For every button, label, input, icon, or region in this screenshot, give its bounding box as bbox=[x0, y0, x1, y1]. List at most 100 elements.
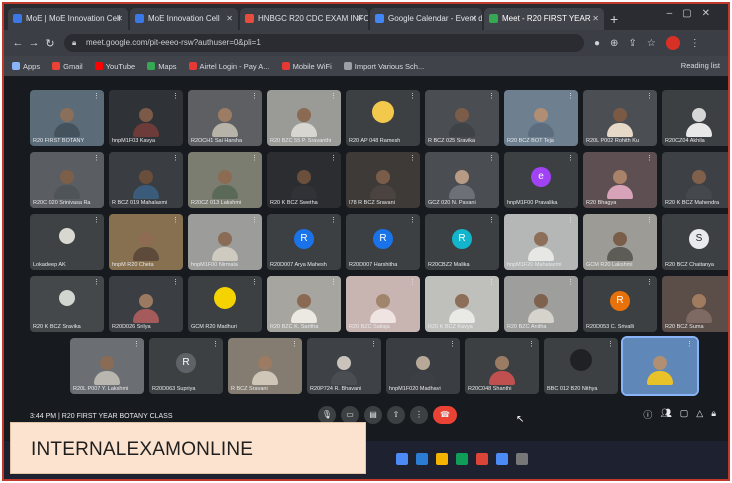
more-options-icon[interactable]: ⋮ bbox=[567, 154, 574, 162]
participant-tile[interactable]: ⋮ R BCZ 025 Sravika bbox=[425, 90, 499, 146]
more-options-icon[interactable]: ⋮ bbox=[370, 340, 377, 348]
participant-tile[interactable]: ⋮ R20 BCZ BOT Teja bbox=[504, 90, 578, 146]
participant-tile[interactable]: ⋮ R BCZ Sravani bbox=[228, 338, 302, 394]
end-call-icon[interactable]: ☎ bbox=[433, 406, 457, 424]
participant-tile[interactable]: ⋮ Lokadeep AK bbox=[30, 214, 104, 270]
info-icon[interactable]: ⓘ bbox=[643, 408, 652, 421]
taskbar-app-icon[interactable] bbox=[516, 453, 528, 465]
participant-tile[interactable]: ⋮ R20CZ04 Akhila bbox=[662, 90, 728, 146]
participant-tile[interactable]: ⋮ R20L P002 Rohith Ku bbox=[583, 90, 657, 146]
more-options-icon[interactable]: ⋮ bbox=[646, 216, 653, 224]
zoom-icon[interactable]: ⊕ bbox=[610, 38, 618, 49]
participant-tile[interactable]: R ⋮ R20D007 Harshitha bbox=[346, 214, 420, 270]
star-icon[interactable]: ☆ bbox=[647, 38, 656, 49]
window-controls[interactable]: –▢✕ bbox=[667, 8, 720, 19]
bookmark-item[interactable]: Mobile WiFi bbox=[281, 62, 332, 71]
url-field[interactable]: 🔒︎ meet.google.com/pit-eeeo-rsw?authuser… bbox=[64, 34, 584, 52]
participant-tile[interactable]: ⋮ R20 BZC K. Saritha bbox=[267, 276, 341, 332]
participant-tile[interactable]: ⋮ R20 AP 048 Ramesh bbox=[346, 90, 420, 146]
browser-tab[interactable]: MoE Innovation Cell ✕ bbox=[130, 8, 238, 30]
bookmark-item[interactable]: Gmail bbox=[52, 62, 83, 71]
new-tab-icon[interactable]: + bbox=[610, 8, 618, 30]
participant-tile[interactable]: ⋮ R20 Bhagya bbox=[583, 152, 657, 208]
participant-tile[interactable]: ⋮ GCZ 020 N. Pavani bbox=[425, 152, 499, 208]
more-options-icon[interactable]: ⋮ bbox=[409, 154, 416, 162]
browser-tab[interactable]: Google Calendar - Event de ✕ bbox=[370, 8, 482, 30]
meeting-details[interactable]: 3:44 PM | R20 FIRST YEAR BOTANY CLASS bbox=[30, 413, 173, 420]
taskbar-app-icon[interactable] bbox=[396, 453, 408, 465]
participant-tile[interactable]: ⋮ R20 BZC Anitha bbox=[504, 276, 578, 332]
captions-icon[interactable]: ▤ bbox=[364, 406, 382, 424]
more-options-icon[interactable]: ⋮ bbox=[646, 278, 653, 286]
more-options-icon[interactable]: ⋮ bbox=[725, 154, 728, 162]
more-options-icon[interactable]: ⋮ bbox=[93, 154, 100, 162]
participant-tile[interactable]: ⋮ R20C048 Shanthi bbox=[465, 338, 539, 394]
chat-icon[interactable]: ▢ bbox=[680, 408, 689, 421]
share-icon[interactable]: ⇪ bbox=[628, 38, 636, 49]
more-options-icon[interactable]: ⋮ bbox=[330, 278, 337, 286]
participant-tile[interactable]: ⋮ GCM R20 Lakshmi bbox=[583, 214, 657, 270]
participant-tile[interactable]: S ⋮ R20 BCZ Chaitanya bbox=[662, 214, 728, 270]
participant-tile[interactable]: ⋮ hnpM1F020 Madhavi bbox=[386, 338, 460, 394]
taskbar-app-icon[interactable] bbox=[456, 453, 468, 465]
more-options-icon[interactable]: ⋮ bbox=[725, 216, 728, 224]
more-options-icon[interactable]: ⋮ bbox=[567, 216, 574, 224]
browser-tab[interactable]: Meet - R20 FIRST YEAR ✕ bbox=[484, 8, 604, 30]
participant-tile[interactable]: ⋮ R20 BZC 55 P. Sravanthi bbox=[267, 90, 341, 146]
more-options-icon[interactable]: ⋮ bbox=[330, 216, 337, 224]
menu-icon[interactable]: ⋮ bbox=[690, 38, 700, 49]
participant-tile[interactable]: ⋮ R20 K BCZ Mahendra bbox=[662, 152, 728, 208]
tab-close-icon[interactable]: ✕ bbox=[470, 8, 477, 30]
present-icon[interactable]: ⇧ bbox=[387, 406, 405, 424]
bookmark-item[interactable]: Apps bbox=[12, 62, 40, 71]
more-options-icon[interactable]: ⋮ bbox=[646, 154, 653, 162]
participant-tile[interactable]: ⋮ R2OCH1 Sai Harsha bbox=[188, 90, 262, 146]
forward-icon[interactable]: → bbox=[26, 37, 42, 49]
profile-avatar[interactable] bbox=[665, 36, 680, 50]
browser-tab[interactable]: HNBGC R20 CDC EXAM INFO ✕ bbox=[240, 8, 368, 30]
participant-tile[interactable]: ⋮ R20 BCZ Suma bbox=[662, 276, 728, 332]
more-options-icon[interactable]: ⋮ bbox=[488, 278, 495, 286]
reload-icon[interactable]: ↻ bbox=[42, 37, 58, 50]
browser-tab[interactable]: MoE | MoE Innovation Cell ✕ bbox=[8, 8, 128, 30]
participant-tile[interactable]: ⋮ R20 FIRST BOTANY bbox=[30, 90, 104, 146]
participant-tile[interactable]: ⋮ GCM R20 Madhuri bbox=[188, 276, 262, 332]
activities-icon[interactable]: △ bbox=[696, 408, 703, 421]
bookmark-item[interactable]: Import Various Sch... bbox=[343, 62, 424, 71]
more-options-icon[interactable]: ⋮ bbox=[488, 216, 495, 224]
more-options-icon[interactable]: ⋮ bbox=[607, 340, 614, 348]
more-options-icon[interactable]: ⋮ bbox=[172, 216, 179, 224]
more-options-icon[interactable]: ⋮ bbox=[725, 278, 728, 286]
bookmark-item[interactable]: Airtel Login - Pay A... bbox=[188, 62, 270, 71]
more-options-icon[interactable]: ⋮ bbox=[172, 278, 179, 286]
more-options-icon[interactable]: ⋮ bbox=[567, 278, 574, 286]
more-options-icon[interactable]: ⋮ bbox=[528, 340, 535, 348]
more-options-icon[interactable]: ⋮ bbox=[567, 92, 574, 100]
camera-permission-icon[interactable]: ● bbox=[594, 38, 600, 49]
participant-tile[interactable]: R ⋮ R20D007 Arya Mahesh bbox=[267, 214, 341, 270]
participant-tile[interactable]: ⋮ BBC 012 B20 Nithya bbox=[544, 338, 618, 394]
bookmark-item[interactable]: Maps bbox=[147, 62, 177, 71]
more-options-icon[interactable]: ⋮ bbox=[251, 216, 258, 224]
tab-close-icon[interactable]: ✕ bbox=[116, 8, 123, 30]
more-options-icon[interactable]: ⋮ bbox=[251, 92, 258, 100]
back-icon[interactable]: ← bbox=[10, 37, 26, 49]
participant-tile[interactable]: ⋮ R20 K BCZ Swetha bbox=[267, 152, 341, 208]
people-icon[interactable]: 👥︎ bbox=[660, 408, 671, 421]
more-options-icon[interactable]: ⋮ bbox=[93, 278, 100, 286]
tab-close-icon[interactable]: ✕ bbox=[592, 8, 599, 30]
participant-tile[interactable]: ⋮ R20C 020 Srinivasa Ra bbox=[30, 152, 104, 208]
participant-tile[interactable]: ⋮ R20 BZC Sailaja bbox=[346, 276, 420, 332]
more-options-icon[interactable]: ⋮ bbox=[646, 92, 653, 100]
participant-tile[interactable]: ⋮ R BCZ 019 Mahalaxmi bbox=[109, 152, 183, 208]
participant-tile[interactable]: ⋮ hnpM1F03 Kavya bbox=[109, 90, 183, 146]
tab-close-icon[interactable]: ✕ bbox=[356, 8, 363, 30]
participant-tile[interactable]: ⋮ hnpM1F20 Mahalaxmi bbox=[504, 214, 578, 270]
participant-tile[interactable]: e ⋮ hnpM1F00 Pravalika bbox=[504, 152, 578, 208]
participant-tile[interactable]: ⋮ I78 R BCZ Sravani bbox=[346, 152, 420, 208]
more-options-icon[interactable]: ⋮ bbox=[330, 154, 337, 162]
participant-tile[interactable]: ⋮ R20 K BCZ Kavya bbox=[425, 276, 499, 332]
more-options-icon[interactable]: ⋮ bbox=[725, 92, 728, 100]
more-options-icon[interactable]: ⋮ bbox=[330, 92, 337, 100]
more-options-icon[interactable]: ⋮ bbox=[212, 340, 219, 348]
